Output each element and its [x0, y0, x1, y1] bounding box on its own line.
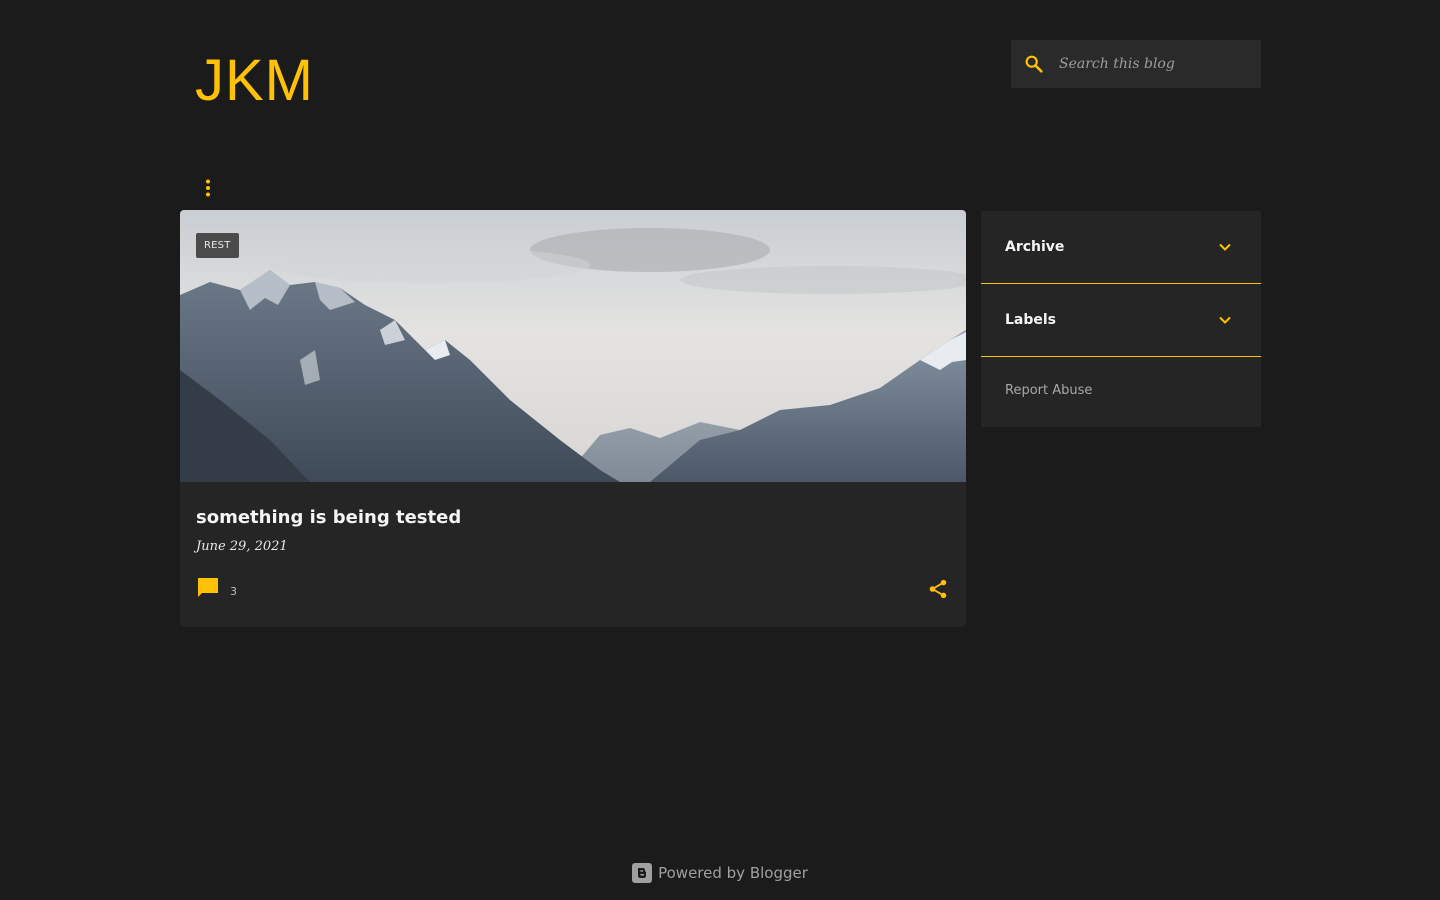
comment-count: 3	[230, 584, 237, 598]
post-image[interactable]	[180, 210, 966, 482]
post-title[interactable]: something is being tested	[196, 506, 461, 530]
share-icon	[929, 579, 947, 599]
powered-by-blogger[interactable]: Powered by Blogger	[658, 864, 808, 882]
post-card: REST something is being tested June 29, …	[180, 210, 966, 627]
search-icon[interactable]	[1011, 40, 1051, 88]
blogger-icon[interactable]	[632, 863, 653, 883]
sidebar-heading-labels: Labels	[1005, 312, 1057, 328]
post-date[interactable]: June 29, 2021	[196, 538, 288, 556]
search-box[interactable]	[1011, 40, 1261, 88]
blog-title[interactable]: JKM	[195, 48, 314, 114]
sidebar-section-archive[interactable]: Archive	[981, 211, 1261, 284]
comments-link[interactable]: 3	[196, 576, 237, 600]
menu-button[interactable]	[196, 174, 220, 202]
comment-icon	[198, 578, 218, 597]
chevron-down-icon[interactable]	[1215, 310, 1235, 330]
more-vert-icon	[206, 179, 210, 197]
share-button[interactable]	[925, 576, 951, 602]
post-label[interactable]: REST	[196, 233, 239, 258]
report-abuse-link[interactable]: Report Abuse	[1005, 383, 1092, 398]
footer: Powered by Blogger	[0, 860, 1440, 886]
search-input[interactable]	[1051, 40, 1261, 88]
chevron-down-icon[interactable]	[1215, 237, 1235, 257]
sidebar: Archive Labels Report Abuse	[981, 211, 1261, 427]
sidebar-section-labels[interactable]: Labels	[981, 284, 1261, 357]
sidebar-heading-archive: Archive	[1005, 239, 1065, 255]
